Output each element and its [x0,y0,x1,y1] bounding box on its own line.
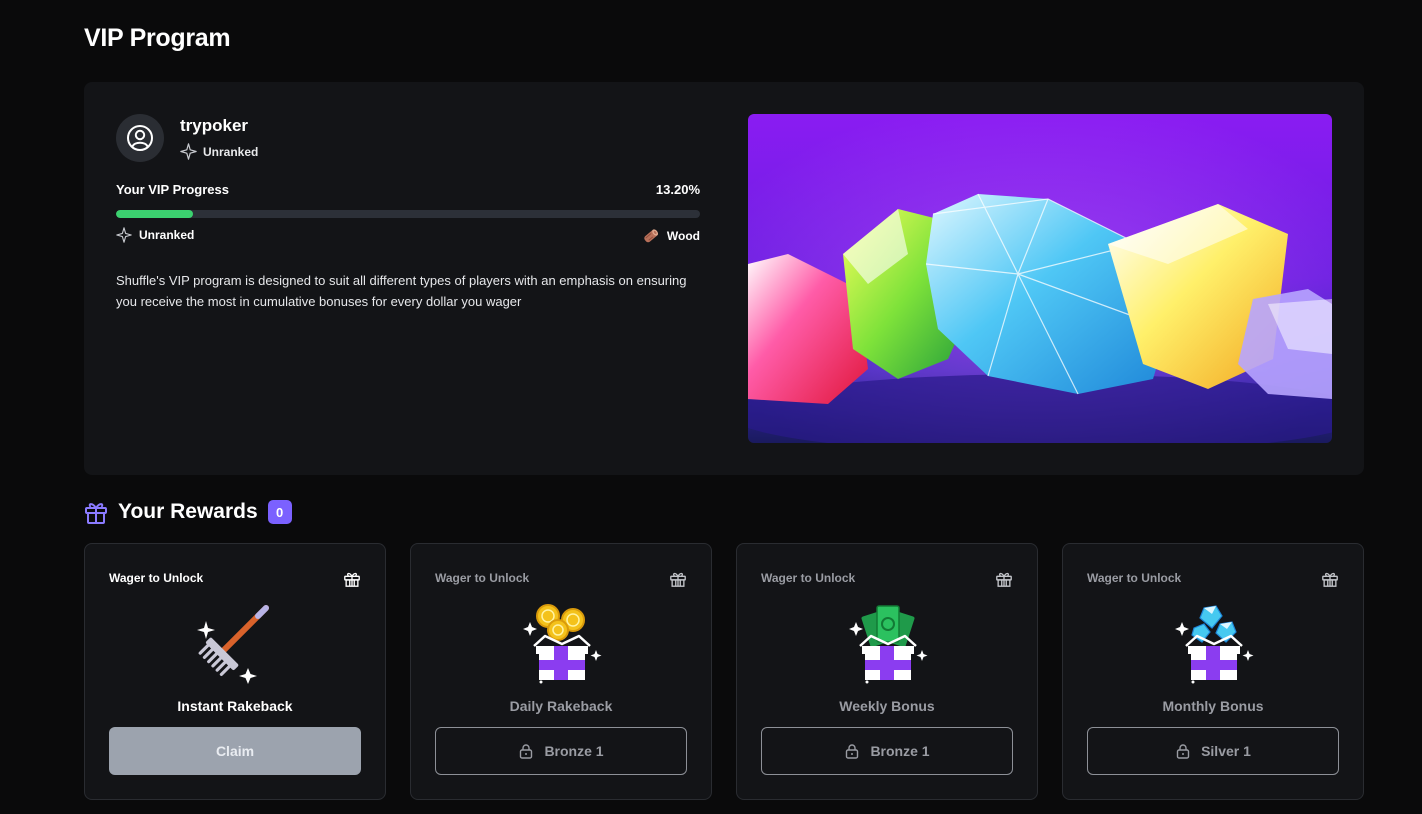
card-name: Monthly Bonus [1162,698,1264,714]
locked-tier-button[interactable]: Silver 1 [1087,727,1339,775]
reward-card-monthly-bonus: Wager to Unlock Monthly Bonus Silver 1 [1062,543,1364,800]
progress-percent: 13.20% [655,182,700,197]
card-status: Wager to Unlock [761,571,856,585]
rewards-title: Your Rewards [118,500,258,523]
card-status: Wager to Unlock [1087,571,1182,585]
tier-requirement: Bronze 1 [870,743,930,759]
gift-diamonds-icon [1175,605,1254,684]
rank-label: Unranked [203,144,259,159]
user-icon [127,125,153,151]
rake-icon [197,605,269,684]
page-title: VIP Program [84,24,231,52]
card-status: Wager to Unlock [435,571,530,585]
card-name: Daily Rakeback [509,698,613,714]
progress-label: Your VIP Progress [116,182,229,197]
vip-panel: trypoker Unranked Your VIP Progress 13.2… [84,82,1364,475]
gift-icon [996,572,1012,587]
vip-hero-image [748,114,1332,443]
locked-tier-button[interactable]: Bronze 1 [435,727,687,775]
avatar[interactable] [116,114,164,162]
reward-card-weekly-bonus: Wager to Unlock Weekly Bonus Bronze 1 [736,543,1038,800]
wood-icon [644,229,658,243]
gift-icon [670,572,686,587]
sparkle-icon [180,143,197,160]
current-tier-label: Unranked [139,228,195,242]
gift-icon [1322,572,1338,587]
rewards-count-badge: 0 [267,500,292,524]
tier-requirement: Bronze 1 [544,743,604,759]
lock-icon [520,744,533,759]
card-name: Instant Rakeback [177,698,293,714]
next-tier-label: Wood [666,229,700,243]
gift-coins-icon [523,604,602,684]
sparkle-icon [116,227,132,243]
progress-fill [116,210,194,218]
locked-tier-button[interactable]: Bronze 1 [761,727,1013,775]
tier-requirement: Silver 1 [1201,743,1251,759]
gift-icon [85,503,107,524]
card-status: Wager to Unlock [109,571,204,585]
gift-cash-icon [849,605,928,684]
card-name: Weekly Bonus [839,698,935,714]
next-tier: Wood [642,227,700,245]
current-tier: Unranked [116,227,194,243]
gift-icon [344,572,360,587]
username: trypoker [180,116,249,135]
lock-icon [846,744,859,759]
reward-card-instant-rakeback: Wager to Unlock Instant Rakeback Claim [84,543,386,800]
claim-button[interactable]: Claim [109,727,361,775]
lock-icon [1176,744,1190,759]
vip-description: Shuffle's VIP program is designed to sui… [116,273,687,309]
rank-row: Unranked [180,143,258,160]
progress-bar [116,210,700,218]
rewards-header: Your Rewards 0 [84,499,292,525]
reward-card-daily-rakeback: Wager to Unlock Daily Rakeback Bronze 1 [410,543,712,800]
